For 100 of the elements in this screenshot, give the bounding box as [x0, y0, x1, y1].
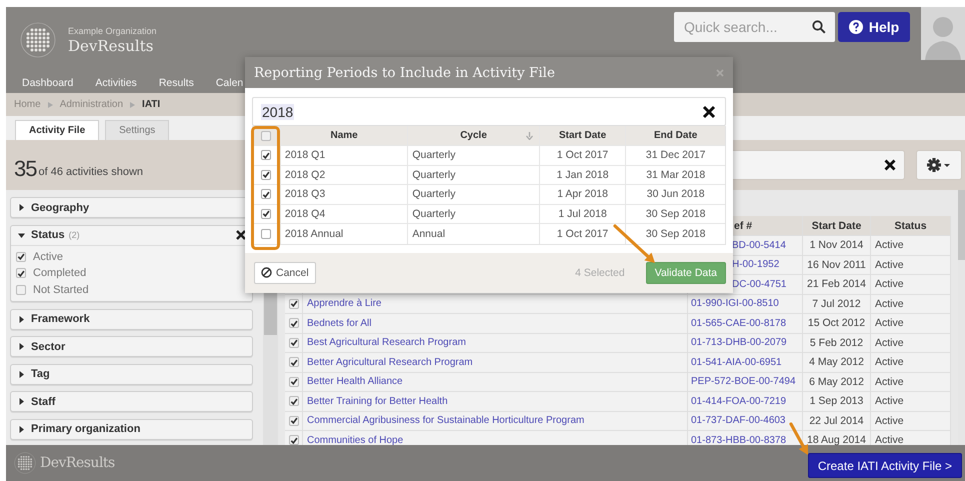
- checkbox[interactable]: [16, 252, 26, 262]
- filter-header[interactable]: Staff: [11, 392, 252, 411]
- clear-icon[interactable]: [702, 104, 716, 118]
- column-header[interactable]: Name: [330, 130, 358, 141]
- checkbox[interactable]: [261, 208, 272, 219]
- checkbox[interactable]: [288, 416, 298, 426]
- nav-link[interactable]: Activities: [95, 77, 137, 89]
- table-cell: 2018 Q4: [280, 204, 408, 223]
- checkbox[interactable]: [288, 357, 298, 368]
- checkbox[interactable]: [261, 228, 272, 239]
- globe-logo-icon: [20, 22, 56, 58]
- table-cell: Active: [871, 372, 951, 391]
- check-icon: [290, 436, 298, 445]
- table-cell: 1 Jul 2018: [540, 204, 626, 223]
- filter-header[interactable]: Primary organization: [11, 420, 252, 438]
- caret-icon: [18, 343, 25, 350]
- check-icon: [290, 416, 298, 426]
- tab[interactable]: Settings: [105, 120, 170, 140]
- table-cell: 15 Oct 2012: [803, 314, 871, 332]
- column-header[interactable]: Cycle: [460, 130, 487, 141]
- activity-count: 35: [14, 156, 36, 182]
- checkbox[interactable]: [288, 435, 298, 445]
- activity-link[interactable]: Better Health Alliance: [307, 376, 403, 388]
- reference-link[interactable]: 01-737-DAF-00-4603: [691, 415, 786, 426]
- reference-link[interactable]: BD-00-5414: [732, 240, 786, 251]
- option-label: Active: [33, 250, 63, 263]
- tab[interactable]: Activity File: [15, 120, 100, 140]
- cancel-button[interactable]: Cancel: [254, 262, 316, 284]
- table-cell-text: 30 Jun 2018: [646, 187, 706, 202]
- close-icon[interactable]: [884, 159, 896, 171]
- filter-header[interactable]: Status (2): [11, 226, 252, 244]
- column-header[interactable]: Status: [871, 216, 951, 235]
- reference-link[interactable]: 01-414-FOA-00-7219: [691, 396, 786, 407]
- settings-button[interactable]: [916, 150, 962, 180]
- search-field[interactable]: Quick search...: [674, 12, 835, 42]
- column-header[interactable]: Start Date: [558, 130, 606, 141]
- filter-header[interactable]: Geography: [11, 198, 252, 217]
- activity-link[interactable]: Apprendre à Lire: [307, 298, 382, 310]
- checkbox[interactable]: [288, 298, 298, 309]
- check-icon: [290, 299, 298, 308]
- count-label: of 46 activities shown: [38, 166, 144, 178]
- nav-link[interactable]: Results: [158, 77, 194, 89]
- column-header[interactable]: End Date: [654, 130, 698, 141]
- breadcrumb-link[interactable]: IATI: [142, 99, 160, 110]
- close-icon[interactable]: [236, 230, 246, 240]
- checkbox[interactable]: [16, 284, 26, 295]
- activity-link[interactable]: Better Training for Better Health: [307, 396, 448, 407]
- table-cell: Quarterly: [408, 166, 540, 184]
- reference-link[interactable]: 01-541-AIA-00-6951: [691, 356, 782, 368]
- reference-link[interactable]: H-00-1952: [732, 259, 780, 270]
- table-cell: Active: [871, 275, 951, 294]
- checkbox[interactable]: [261, 170, 272, 180]
- checkbox[interactable]: [288, 318, 298, 328]
- check-icon: [290, 338, 298, 348]
- checkbox[interactable]: [261, 130, 272, 140]
- nav-link[interactable]: Dashboard: [22, 77, 74, 89]
- check-icon: [290, 377, 298, 386]
- filter-header[interactable]: Tag: [11, 364, 252, 384]
- table-cell: 16 Nov 2011: [803, 256, 871, 274]
- reference-link[interactable]: 01-873-HBB-00-8378: [691, 434, 786, 445]
- table-cell: Active: [871, 353, 951, 372]
- reference-link[interactable]: 01-990-IGI-00-8510: [691, 298, 779, 310]
- table-cell: 1 Oct 2017: [540, 224, 626, 244]
- table-cell: Active: [871, 294, 951, 313]
- nav-link[interactable]: Calen: [216, 77, 244, 89]
- filter-header[interactable]: Framework: [11, 310, 252, 328]
- checkbox[interactable]: [288, 376, 298, 387]
- table-cell: 1 Sep 2013: [803, 392, 871, 410]
- checkbox[interactable]: [288, 396, 298, 406]
- option-label: Not Started: [33, 284, 89, 296]
- scrollbar[interactable]: [958, 190, 965, 445]
- table-cell: 2018 Q3: [280, 185, 408, 204]
- checkbox[interactable]: [288, 338, 298, 348]
- reference-link[interactable]: 01-565-CAE-00-8178: [691, 318, 786, 329]
- selection-count: 4 Selected: [575, 266, 625, 278]
- help-button[interactable]: Help: [838, 12, 910, 42]
- separator-icon: [48, 102, 53, 108]
- reference-link[interactable]: 01-713-DHB-00-2079: [691, 337, 787, 348]
- search-field[interactable]: 2018: [252, 97, 726, 126]
- checkbox[interactable]: [261, 150, 272, 160]
- app-name: DevResults: [68, 36, 154, 54]
- column-header[interactable]: Start Date: [803, 216, 871, 235]
- reference-link[interactable]: PEP-572-BOE-00-7494: [691, 376, 796, 388]
- table-cell: Quarterly: [408, 204, 540, 223]
- table-cell: 22 Jul 2014: [803, 412, 871, 430]
- arrow: [789, 422, 808, 455]
- activity-link[interactable]: Best Agricultural Research Program: [307, 337, 466, 348]
- filter-header[interactable]: Sector: [11, 337, 252, 356]
- activity-link[interactable]: Better Agricultural Research Program: [307, 356, 473, 368]
- checkbox[interactable]: [261, 189, 272, 200]
- table-cell: Active: [871, 314, 951, 332]
- table-cell-text: 31 Dec 2017: [644, 148, 706, 164]
- activity-link[interactable]: Commercial Agribusiness for Sustainable Horticulture Program: [307, 415, 584, 426]
- activity-link[interactable]: Bednets for All: [307, 318, 372, 329]
- reference-link[interactable]: DC-00-4751: [732, 278, 786, 290]
- checkbox[interactable]: [16, 268, 26, 278]
- app-name: DevResults: [40, 455, 115, 471]
- create-file-button[interactable]: Create IATI Activity File >: [808, 453, 962, 478]
- activity-link[interactable]: Communities of Hope: [307, 434, 404, 445]
- gear-icon: [927, 158, 951, 172]
